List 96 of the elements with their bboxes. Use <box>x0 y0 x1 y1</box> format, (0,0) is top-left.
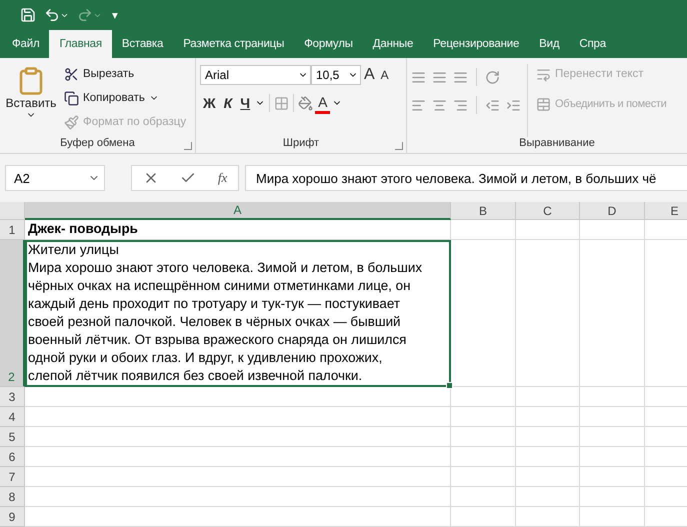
cell-text-line: одной руки и обоих глаз. И вдруг, к удивлению прохожих, <box>28 349 384 367</box>
row-header[interactable]: 9 <box>0 507 25 527</box>
name-box[interactable]: A2 <box>5 165 105 191</box>
cell-text-line: Мира хорошо знают этого человека. Зимой и летом, в больших <box>28 259 424 277</box>
customize-toolbar-button[interactable]: ▾ <box>110 5 120 25</box>
cut-button[interactable]: Вырезать <box>62 64 188 84</box>
group-label: Шрифт <box>282 137 320 151</box>
row-header[interactable]: 5 <box>0 427 25 447</box>
fill-color-icon[interactable] <box>298 96 314 110</box>
cell-text-line: военный лётчик. От взрыва вражеского снаряда он лишился <box>28 331 408 349</box>
cell-text-line: слепой лётчик появился без своей извечной палочки. <box>28 367 364 385</box>
ribbon-tab[interactable]: Рецензирование <box>423 30 530 58</box>
cell-text-line: своей резной палочкой. Человек в чёрных очках — бывший <box>28 313 402 331</box>
decrease-indent-icon[interactable] <box>485 98 500 112</box>
empty-cell <box>580 487 645 507</box>
fill-handle[interactable] <box>446 382 453 389</box>
ribbon-tab[interactable]: Разметка страницы <box>173 30 294 58</box>
empty-cell <box>516 220 580 240</box>
font-name-field[interactable]: Arial <box>200 65 311 85</box>
empty-cell <box>451 447 516 467</box>
undo-icon[interactable] <box>44 7 69 23</box>
empty-cell <box>580 467 645 487</box>
empty-cell <box>580 507 645 527</box>
italic-button[interactable]: К <box>220 92 236 114</box>
empty-cell <box>516 467 580 487</box>
row-header[interactable]: 4 <box>0 407 25 427</box>
column-header[interactable]: D <box>580 202 645 220</box>
empty-cell <box>451 407 516 427</box>
row-header[interactable]: 6 <box>0 447 25 467</box>
align-top-icon[interactable] <box>411 70 426 84</box>
column-header[interactable]: C <box>516 202 580 220</box>
shrink-font-button[interactable]: A <box>378 64 392 86</box>
borders-icon[interactable] <box>274 96 290 110</box>
insert-function-button[interactable]: fx <box>218 170 228 186</box>
empty-cell <box>451 427 516 447</box>
paste-button[interactable]: Вставить <box>4 64 58 137</box>
empty-cell <box>516 427 580 447</box>
font-color-button[interactable]: A <box>315 92 330 114</box>
grow-font-button[interactable]: A <box>361 64 378 86</box>
empty-cell <box>516 507 580 527</box>
orientation-icon[interactable] <box>485 70 500 84</box>
align-middle-icon[interactable] <box>432 70 447 84</box>
dialog-launcher-icon[interactable] <box>395 142 403 150</box>
row-header[interactable]: 1 <box>0 220 25 240</box>
row-header[interactable]: 7 <box>0 467 25 487</box>
formula-field[interactable]: Мира хорошо знают этого человека. Зимой и летом, в больших чё <box>245 165 687 191</box>
empty-cell <box>516 387 580 407</box>
paintbrush-icon <box>64 114 79 130</box>
ribbon-tab[interactable]: Вид <box>529 30 570 58</box>
column-header[interactable]: A <box>25 202 451 220</box>
empty-cell <box>451 507 516 527</box>
row-header[interactable]: 8 <box>0 487 25 507</box>
wrap-text-icon <box>536 66 551 82</box>
empty-cell <box>516 487 580 507</box>
empty-cell <box>451 387 516 407</box>
empty-cell <box>580 447 645 467</box>
merge-cells-icon <box>536 96 551 112</box>
save-icon[interactable] <box>20 7 36 23</box>
cell-text-line: Жители улицы <box>28 241 120 259</box>
copy-button[interactable]: Копировать <box>62 88 188 108</box>
ribbon-tab[interactable]: Вставка <box>112 30 174 58</box>
dialog-launcher-icon[interactable] <box>184 142 192 150</box>
ribbon-tab[interactable]: Главная <box>49 30 112 58</box>
scissors-icon <box>64 66 79 82</box>
align-center-icon[interactable] <box>432 98 447 112</box>
empty-cell <box>580 220 645 240</box>
ribbon-tab[interactable]: Формулы <box>294 30 363 58</box>
font-size-field[interactable]: 10,5 <box>311 65 361 85</box>
cell-text-line: чёрных очках на испещрённом синими отметинками лице, он <box>28 277 412 295</box>
column-header[interactable]: B <box>451 202 516 220</box>
cell-text-line: каждый день проходит по тротуару и тук-тук — постукивает <box>28 295 401 313</box>
increase-indent-icon[interactable] <box>506 98 521 112</box>
empty-cell <box>516 407 580 427</box>
empty-cell <box>451 487 516 507</box>
empty-cell <box>580 407 645 427</box>
cell-text-line: Джек- поводырь <box>28 220 139 238</box>
row-header[interactable]: 3 <box>0 387 25 407</box>
align-right-icon[interactable] <box>453 98 468 112</box>
select-all-corner[interactable] <box>0 202 25 220</box>
underline-button[interactable]: Ч <box>237 92 254 114</box>
redo-icon[interactable] <box>77 7 102 23</box>
empty-cell <box>580 427 645 447</box>
ribbon-tab[interactable]: Спра <box>569 30 616 58</box>
align-left-icon[interactable] <box>411 98 426 112</box>
bold-button[interactable]: Ж <box>200 92 219 114</box>
empty-cell <box>580 387 645 407</box>
empty-cell <box>516 447 580 467</box>
align-bottom-icon[interactable] <box>453 70 468 84</box>
ribbon-tab[interactable]: Данные <box>362 30 424 58</box>
empty-cell <box>451 467 516 487</box>
column-header[interactable]: E <box>645 202 687 220</box>
ribbon-tab[interactable]: Файл <box>2 30 50 58</box>
row-header[interactable]: 2 <box>0 240 25 387</box>
group-label: Буфер обмена <box>59 137 136 151</box>
copy-icon <box>64 90 79 106</box>
group-label: Выравнивание <box>518 137 596 151</box>
